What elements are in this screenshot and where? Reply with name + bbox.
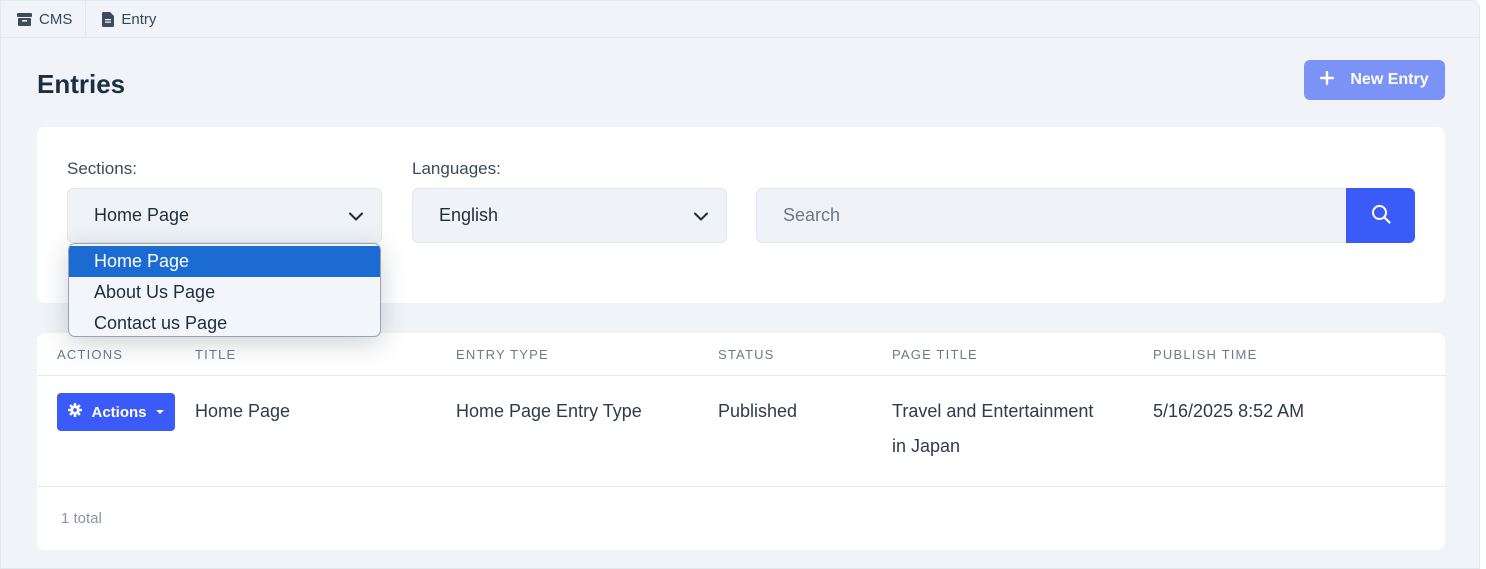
column-header-entry-type: ENTRY TYPE — [456, 347, 549, 362]
column-header-status: STATUS — [718, 347, 775, 362]
table-header: ACTIONS TITLE ENTRY TYPE STATUS PAGE TIT… — [37, 333, 1445, 376]
languages-select-value: English — [439, 205, 499, 225]
cell-entry-type: Home Page Entry Type — [456, 401, 642, 421]
sections-label: Sections: — [67, 159, 137, 178]
gear-icon — [68, 403, 83, 421]
sections-select-value: Home Page — [94, 205, 190, 225]
column-header-publish-time: PUBLISH TIME — [1153, 347, 1258, 362]
column-header-actions: ACTIONS — [57, 347, 124, 362]
breadcrumb-item-entry[interactable]: Entry — [85, 1, 169, 37]
cell-publish-time: 5/16/2025 8:52 AM — [1153, 401, 1305, 421]
plus-icon — [1320, 70, 1335, 90]
page-title: Entries — [37, 69, 126, 99]
languages-select[interactable]: English — [412, 188, 727, 243]
total-count: 1 total — [61, 510, 102, 527]
cell-title: Home Page — [195, 401, 291, 421]
search-button[interactable] — [1346, 188, 1415, 243]
search-input[interactable] — [756, 188, 1346, 243]
actions-button[interactable]: Actions — [57, 393, 175, 431]
breadcrumb-item-cms[interactable]: CMS — [1, 1, 85, 37]
dropdown-option-home-page[interactable]: Home Page — [69, 246, 380, 277]
actions-button-label: Actions — [91, 403, 147, 421]
document-icon — [102, 11, 115, 27]
dropdown-option-contact-us-page[interactable]: Contact us Page — [69, 308, 380, 336]
new-entry-button[interactable]: New Entry — [1304, 60, 1445, 100]
column-header-page-title: PAGE TITLE — [892, 347, 978, 362]
cms-app: CMS Entry Entries New Entry Sections: Ho… — [0, 0, 1480, 569]
dropdown-option-about-us-page[interactable]: About Us Page — [69, 277, 380, 308]
cell-page-title: Travel and Entertainment in Japan — [892, 394, 1093, 464]
table-row: Actions Home Page Home Page Entry Type P… — [37, 376, 1445, 487]
entries-table: ACTIONS TITLE ENTRY TYPE STATUS PAGE TIT… — [37, 333, 1445, 550]
cell-page-title-line: in Japan — [892, 436, 961, 456]
sections-select[interactable]: Home Page — [67, 188, 382, 243]
cell-page-title-line: Travel and Entertainment — [892, 401, 1094, 421]
breadcrumb-label: Entry — [121, 10, 157, 28]
breadcrumb: CMS Entry — [1, 1, 1479, 38]
breadcrumb-label: CMS — [39, 10, 73, 28]
cell-status: Published — [718, 401, 798, 421]
search-icon — [1371, 204, 1391, 227]
search-group — [756, 188, 1415, 243]
languages-label: Languages: — [412, 159, 501, 178]
sections-dropdown-list: Home Page About Us Page Contact us Page — [68, 243, 381, 337]
chevron-down-icon — [349, 205, 363, 226]
column-header-title: TITLE — [195, 347, 237, 362]
new-entry-label: New Entry — [1350, 71, 1429, 88]
archive-icon — [17, 12, 32, 26]
caret-down-icon — [155, 410, 164, 414]
chevron-down-icon — [694, 205, 708, 226]
